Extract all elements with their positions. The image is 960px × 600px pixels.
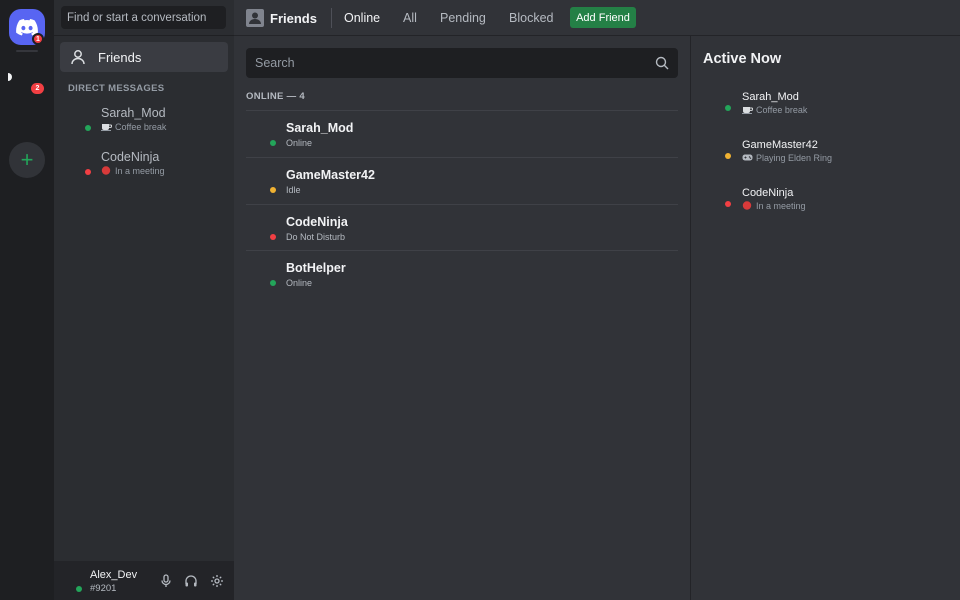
person-icon [71,50,85,65]
dm-item-activity: In a meeting [101,166,165,176]
red-circle-icon [101,166,111,175]
dm-item-sarah-mod[interactable]: Sarah_Mod Coffee break [60,105,228,141]
sidebar-item-label: Friends [98,49,142,65]
status-online-indicator [270,280,276,286]
sidebar-item-friends[interactable]: Friends [60,42,228,72]
server-notification-badge[interactable]: 2 [31,83,44,94]
direct-messages-heading: DIRECT MESSAGES [68,83,165,94]
tab-all[interactable]: All [403,11,417,25]
username: Alex_Dev [90,569,138,581]
tab-pending[interactable]: Pending [440,11,486,25]
dm-item-codeninja[interactable]: CodeNinja In a meeting [60,149,228,185]
online-count-heading: ONLINE — 4 [246,91,305,102]
status-online-indicator [76,586,82,592]
server-rail: 1 2 + [0,0,54,600]
conversation-search-input[interactable] [61,6,226,29]
status-dnd-indicator [85,169,91,175]
add-server-button[interactable]: + [9,142,45,178]
friends-search [246,48,678,78]
friend-status: Do Not Disturb [286,232,346,242]
tab-online[interactable]: Online [344,11,380,25]
status-online-indicator [270,140,276,146]
friend-name: BotHelper [286,261,346,275]
dm-item-name: Sarah_Mod [101,106,166,120]
active-now-activity-text: Coffee break [756,105,808,115]
dm-item-name: CodeNinja [101,150,160,164]
active-now-activity-text: In a meeting [756,201,806,211]
headphones-button[interactable] [183,573,199,589]
header-divider [331,8,332,28]
dm-item-activity: Coffee break [101,122,166,132]
friend-name: GameMaster42 [286,168,375,182]
red-circle-icon [742,201,752,210]
status-dnd-indicator [725,201,731,207]
active-now-item-codeninja[interactable]: CodeNinja In a meeting [703,182,948,222]
search-icon [655,56,669,70]
active-now-activity: Coffee break [742,105,807,115]
dm-sidebar: Friends DIRECT MESSAGES Sarah_Mod Coffee… [54,0,234,600]
friend-name: CodeNinja [286,215,348,229]
active-now-name: Sarah_Mod [742,91,799,103]
friend-row-gamemaster42[interactable]: GameMaster42 Idle [246,157,678,204]
sidebar-divider [54,35,234,36]
friend-name: Sarah_Mod [286,121,354,135]
status-online-indicator [725,105,731,111]
active-now-panel: Active Now Sarah_Mod Coffee break GameMa… [691,36,960,600]
friends-list-panel: ONLINE — 4 Sarah_Mod Online GameMaster42… [234,36,690,600]
gear-icon [211,575,223,587]
status-dnd-indicator [270,234,276,240]
active-now-item-gamemaster42[interactable]: GameMaster42 Playing Elden Ring [703,134,948,174]
friend-row-bothelper[interactable]: BotHelper Online [246,250,678,297]
friends-header: Friends Online All Pending Blocked Add F… [234,0,960,36]
active-now-activity: Playing Elden Ring [742,153,832,163]
active-now-item-sarah-mod[interactable]: Sarah_Mod Coffee break [703,86,948,126]
tab-blocked[interactable]: Blocked [509,11,553,25]
microphone-button[interactable] [158,573,174,589]
status-online-indicator [85,125,91,131]
friend-row-codeninja[interactable]: CodeNinja Do Not Disturb [246,204,678,251]
active-now-activity: In a meeting [742,201,806,211]
dm-item-activity-text: Coffee break [115,122,167,132]
active-now-name: GameMaster42 [742,139,818,151]
status-idle-indicator [725,153,731,159]
headphones-icon [185,575,197,587]
coffee-icon [742,107,753,114]
coffee-icon [101,124,112,131]
add-friend-button[interactable]: Add Friend [570,7,636,28]
dm-item-activity-text: In a meeting [115,166,165,176]
home-notification-badge: 1 [32,33,44,45]
user-tag: #9201 [90,583,117,594]
friend-status: Online [286,138,313,148]
gamepad-icon [742,154,753,161]
active-now-activity-text: Playing Elden Ring [756,153,833,163]
page-title: Friends [270,11,317,26]
rail-separator [16,50,38,52]
active-now-name: CodeNinja [742,187,794,199]
friend-row-sarah-mod[interactable]: Sarah_Mod Online [246,110,678,157]
friend-status: Online [286,278,313,288]
status-idle-indicator [270,187,276,193]
active-now-title: Active Now [703,51,782,67]
server-indicator-pill [8,73,12,81]
friends-search-input[interactable] [246,48,646,78]
microphone-icon [161,574,171,587]
settings-button[interactable] [209,573,225,589]
friends-icon [246,9,264,27]
user-panel: Alex_Dev #9201 [54,561,234,600]
friend-status: Idle [286,185,301,195]
